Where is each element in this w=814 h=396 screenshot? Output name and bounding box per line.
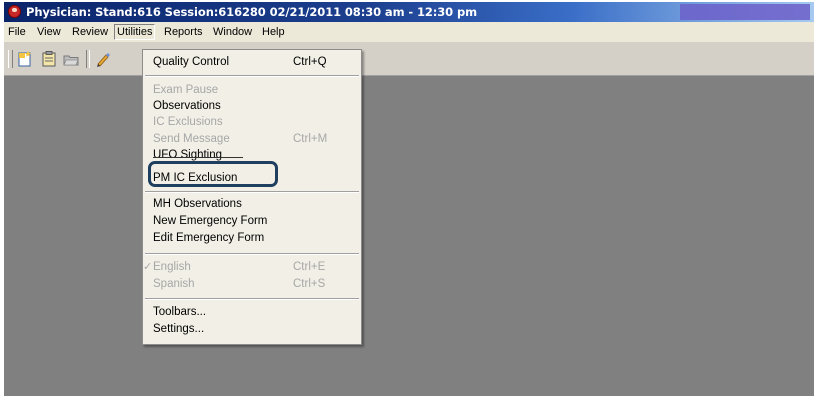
title-bar[interactable]: Physician: Stand:616 Session:616280 02/2… xyxy=(4,2,814,22)
menu-bar: File View Review Utilities Reports Windo… xyxy=(4,22,814,42)
open-folder-icon[interactable] xyxy=(62,50,80,68)
menu-item-observations[interactable]: Observations xyxy=(143,99,361,115)
menu-item-shortcut: Ctrl+E xyxy=(293,261,326,273)
menu-item-label: English xyxy=(153,261,191,273)
menu-item-ic-exclusions: IC Exclusions xyxy=(143,115,361,131)
menu-view[interactable]: View xyxy=(35,25,63,39)
toolbar-grip[interactable] xyxy=(8,50,13,68)
menu-separator xyxy=(145,75,359,77)
menu-item-label: MH Observations xyxy=(153,198,242,210)
menu-item-label: Settings... xyxy=(153,323,205,335)
menu-item-label: Exam Pause xyxy=(153,84,219,96)
strikethrough-line xyxy=(153,157,243,158)
menu-item-new-emergency-form[interactable]: New Emergency Form xyxy=(143,214,361,230)
menu-item-label: IC Exclusions xyxy=(153,116,223,128)
menu-item-mh-observations[interactable]: MH Observations xyxy=(143,197,361,213)
menu-review[interactable]: Review xyxy=(70,25,110,39)
menu-item-spanish: Spanish Ctrl+S xyxy=(143,277,361,293)
menu-item-label: Spanish xyxy=(153,278,195,290)
pen-icon[interactable] xyxy=(94,50,112,68)
menu-item-quality-control[interactable]: Quality Control Ctrl+Q xyxy=(143,55,361,71)
menu-item-exam-pause: Exam Pause xyxy=(143,83,361,99)
application-window: Physician: Stand:616 Session:616280 02/2… xyxy=(4,2,814,396)
menu-window[interactable]: Window xyxy=(211,25,254,39)
window-title: Physician: Stand:616 Session:616280 02/2… xyxy=(26,5,477,19)
menu-item-edit-emergency-form[interactable]: Edit Emergency Form xyxy=(143,231,361,247)
new-icon[interactable] xyxy=(16,50,34,68)
menu-item-shortcut: Ctrl+Q xyxy=(293,56,327,68)
menu-item-toolbars[interactable]: Toolbars... xyxy=(143,305,361,321)
checkmark-icon: ✓ xyxy=(143,261,153,273)
menu-help[interactable]: Help xyxy=(260,25,287,39)
menu-item-label: UFO Sighting xyxy=(153,149,223,161)
menu-item-shortcut: Ctrl+S xyxy=(293,278,326,290)
title-bar-region xyxy=(680,4,810,20)
menu-separator xyxy=(145,253,359,255)
menu-reports[interactable]: Reports xyxy=(162,25,205,39)
menu-item-settings[interactable]: Settings... xyxy=(143,322,361,338)
menu-item-english: ✓ English Ctrl+E xyxy=(143,260,361,276)
clipboard-icon[interactable] xyxy=(40,50,58,68)
menu-utilities[interactable]: Utilities xyxy=(114,24,156,40)
highlight-annotation xyxy=(148,161,278,187)
toolbar-separator xyxy=(86,50,90,68)
menu-item-shortcut: Ctrl+M xyxy=(293,133,328,145)
menu-separator xyxy=(145,298,359,300)
app-icon[interactable] xyxy=(8,5,21,18)
menu-item-send-message: Send Message Ctrl+M xyxy=(143,132,361,148)
menu-item-label: Quality Control xyxy=(153,56,230,68)
menu-item-label: Toolbars... xyxy=(153,306,207,318)
menu-item-label: Edit Emergency Form xyxy=(153,232,265,244)
utilities-dropdown-menu: Quality Control Ctrl+Q Exam Pause Observ… xyxy=(142,49,362,345)
menu-separator xyxy=(145,191,359,193)
menu-item-label: Observations xyxy=(153,100,221,112)
menu-item-label: New Emergency Form xyxy=(153,215,268,227)
menu-item-label: Send Message xyxy=(153,133,230,145)
toolbar xyxy=(4,42,814,76)
menu-file[interactable]: File xyxy=(6,25,28,39)
